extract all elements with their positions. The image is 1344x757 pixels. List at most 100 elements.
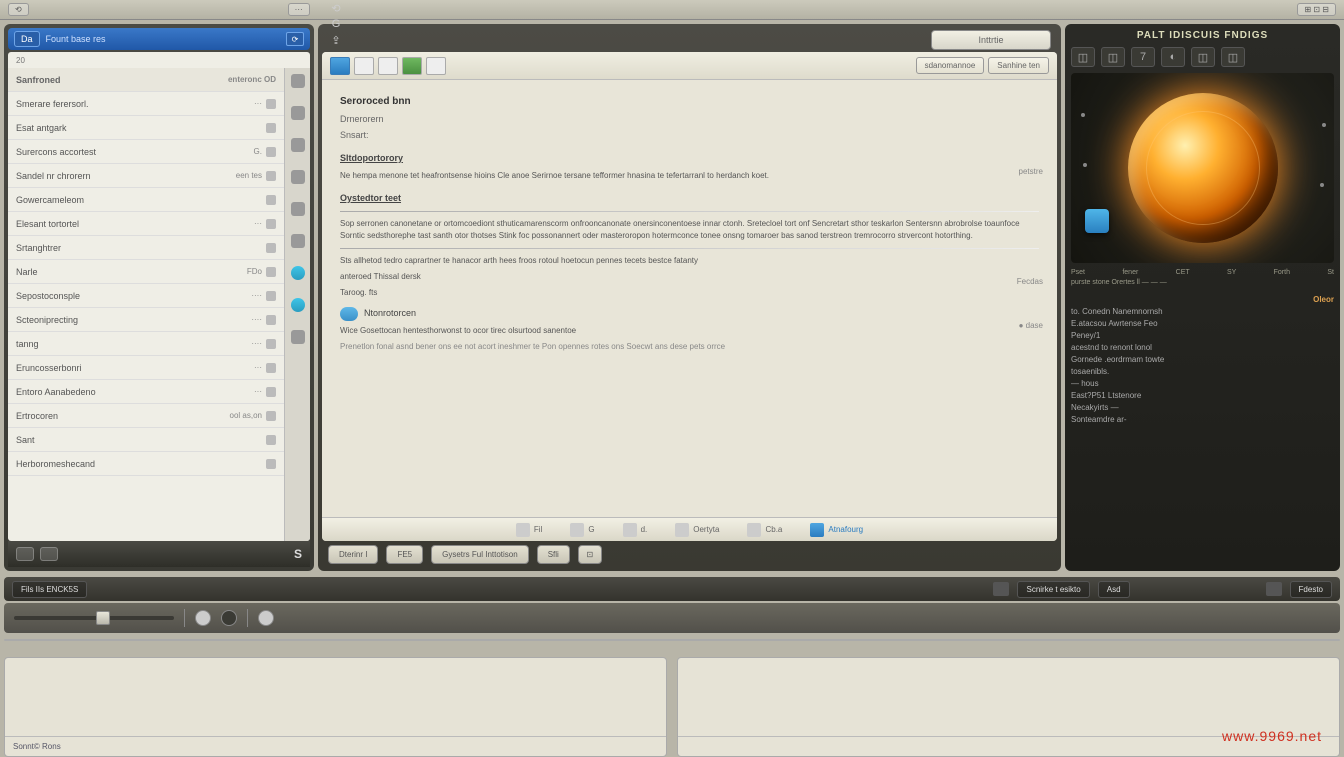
tool-icon[interactable] <box>291 234 305 248</box>
list-item[interactable]: Scteoniprecting···· <box>8 308 284 332</box>
list-item[interactable]: Smerare ferersorl.··· <box>8 92 284 116</box>
inspector-icons: ◫ ◫ 7 ◐ ◫ ◫ <box>1071 47 1334 67</box>
eject-icon[interactable]: S <box>294 547 302 561</box>
slider-thumb[interactable] <box>96 611 110 625</box>
comment-icon[interactable] <box>340 307 358 321</box>
status-button[interactable]: Scnirke t esikto <box>1017 581 1089 598</box>
tool-icon[interactable] <box>291 330 305 344</box>
titlebar-chip[interactable]: ⟲ <box>8 3 29 16</box>
property-line: Necakyirts — <box>1071 403 1334 412</box>
doc-margin-tag: petstre <box>1019 166 1043 178</box>
inspector-meta-row: purste stone Orertes ll — — — <box>1071 279 1334 286</box>
inspector-mode-icon[interactable]: ◐ <box>1161 47 1185 67</box>
inspector-properties: Oleor to. Conedn NanemnornshE.atacsou Aw… <box>1071 289 1334 565</box>
tabbar-item[interactable]: Fil <box>516 523 542 537</box>
tool-icon[interactable] <box>291 106 305 120</box>
list-item[interactable]: Eruncosserbonri··· <box>8 356 284 380</box>
sidebar-tab-active[interactable]: Da <box>14 31 40 47</box>
tool-icon[interactable] <box>291 74 305 88</box>
status-chip[interactable]: Fdesto <box>1290 581 1332 598</box>
property-line: — hous <box>1071 379 1334 388</box>
tool-icon-chat[interactable] <box>291 266 305 280</box>
doc-action-button[interactable]: sdanomannoe <box>916 57 985 74</box>
footer-button[interactable]: Sfli <box>537 545 570 564</box>
doc-tab-icon[interactable] <box>378 57 398 75</box>
doc-tab-icon[interactable] <box>330 57 350 75</box>
list-item[interactable]: NarleFDo <box>8 260 284 284</box>
property-line: East?P51 Ltstenore <box>1071 391 1334 400</box>
tool-icon[interactable] <box>291 170 305 184</box>
footer-button[interactable]: Gysetrs Ful Inttotison <box>431 545 529 564</box>
transport-icon[interactable] <box>221 610 237 626</box>
titlebar-controls[interactable]: ⊞ ⊡ ⊟ <box>1297 3 1336 16</box>
doc-paragraph: Sop serronen canonetane or ortomcoediont… <box>340 218 1039 242</box>
toolbar-icon[interactable]: ⟲ <box>328 0 344 16</box>
inspector-mode-icon[interactable]: ◫ <box>1221 47 1245 67</box>
content-footer-buttons: Dterinr I FE5 Gysetrs Ful Inttotison Sfli ⊡ <box>322 541 1057 567</box>
inspector-mode-icon[interactable]: ◫ <box>1071 47 1095 67</box>
sidebar-mini-tools <box>284 68 310 541</box>
slider-track[interactable] <box>14 616 174 620</box>
property-line: acestnd to renont lonol <box>1071 343 1334 352</box>
footer-icon[interactable] <box>40 547 58 561</box>
tool-icon[interactable] <box>291 202 305 216</box>
list-item[interactable]: Elesant tortortel··· <box>8 212 284 236</box>
list-item[interactable]: Sandel nr chrorerneen tes <box>8 164 284 188</box>
toolbar-icon[interactable]: G <box>328 16 344 32</box>
doc-paragraph: Taroog. fts <box>340 287 1039 299</box>
list-header: Sanfroned enteronc OD <box>8 68 284 92</box>
tool-icon-chat[interactable] <box>291 298 305 312</box>
property-line: Sonteamdre ar- <box>1071 415 1334 424</box>
doc-paragraph: Wice Gosettocan hentesthorwonst to ocor … <box>340 325 1039 337</box>
tabbar-item[interactable]: d. <box>623 523 648 537</box>
inspector-mode-icon[interactable]: ◫ <box>1101 47 1125 67</box>
refresh-icon[interactable]: ⟳ <box>286 32 304 46</box>
footer-button[interactable]: FE5 <box>386 545 423 564</box>
list-item[interactable]: Sant <box>8 428 284 452</box>
doc-section-title: Oystedtor teet <box>340 192 1039 206</box>
toolbar-action-button[interactable]: Inttrtie <box>931 30 1051 50</box>
titlebar-chip[interactable]: ··· <box>288 3 310 16</box>
tabbar-item[interactable]: Atnafourg <box>810 523 863 537</box>
toolbar-icon[interactable]: ⇪ <box>328 32 344 48</box>
transport-icon[interactable] <box>195 610 211 626</box>
list-item[interactable]: Entoro Aanabedeno··· <box>8 380 284 404</box>
status-icon[interactable] <box>993 582 1009 596</box>
tabbar-item[interactable]: G <box>570 523 594 537</box>
tool-icon[interactable] <box>291 138 305 152</box>
list-item[interactable]: Gowercameleom <box>8 188 284 212</box>
document-toolbar: sdanomannoe Sanhine ten <box>322 52 1057 80</box>
list-item[interactable]: Esat antgark <box>8 116 284 140</box>
watermark: www.9969.net <box>1222 728 1322 744</box>
transport-icon[interactable] <box>258 610 274 626</box>
tabbar-item[interactable]: Cb.a <box>747 523 782 537</box>
list-item[interactable]: Surercons accortestG. <box>8 140 284 164</box>
inspector-mode-icon[interactable]: ◫ <box>1191 47 1215 67</box>
footer-icon[interactable] <box>16 547 34 561</box>
doc-meta: Snsart: <box>340 129 1039 143</box>
doc-tab-icon[interactable] <box>402 57 422 75</box>
bottom-pane-left: Sonnt© Rons <box>4 657 667 757</box>
status-bar: Fils IIs ENCK5S Scnirke t esikto Asd Fde… <box>4 577 1340 601</box>
doc-action-button[interactable]: Sanhine ten <box>988 57 1049 74</box>
doc-tab-icon[interactable] <box>426 57 446 75</box>
bottom-pane-footer: Sonnt© Rons <box>5 736 666 756</box>
inspector-mode-icon[interactable]: 7 <box>1131 47 1155 67</box>
preview-cube-icon[interactable] <box>1085 209 1109 233</box>
list-item[interactable]: tanng···· <box>8 332 284 356</box>
tabbar-item[interactable]: Oertyta <box>675 523 719 537</box>
inspector-title: PALT IDISCUIS FNDIGS <box>1071 30 1334 41</box>
status-chip[interactable]: Asd <box>1098 581 1130 598</box>
status-chip[interactable]: Fils IIs ENCK5S <box>12 581 87 598</box>
doc-tab-icon[interactable] <box>354 57 374 75</box>
document-body: Seroroced bnn Drnerorern Snsart: Sltdopo… <box>322 80 1057 517</box>
list-item[interactable]: Srtanghtrer <box>8 236 284 260</box>
list-item[interactable]: Sepostoconsple···· <box>8 284 284 308</box>
status-icon[interactable] <box>1266 582 1282 596</box>
comment-label: Ntonrotorcen <box>364 307 416 321</box>
footer-button[interactable]: ⊡ <box>578 545 602 564</box>
list-item[interactable]: Herboromeshecand <box>8 452 284 476</box>
list-item[interactable]: Ertrocorenool as,on <box>8 404 284 428</box>
property-line: E.atacsou Awrtense Feo <box>1071 319 1334 328</box>
footer-button[interactable]: Dterinr I <box>328 545 378 564</box>
